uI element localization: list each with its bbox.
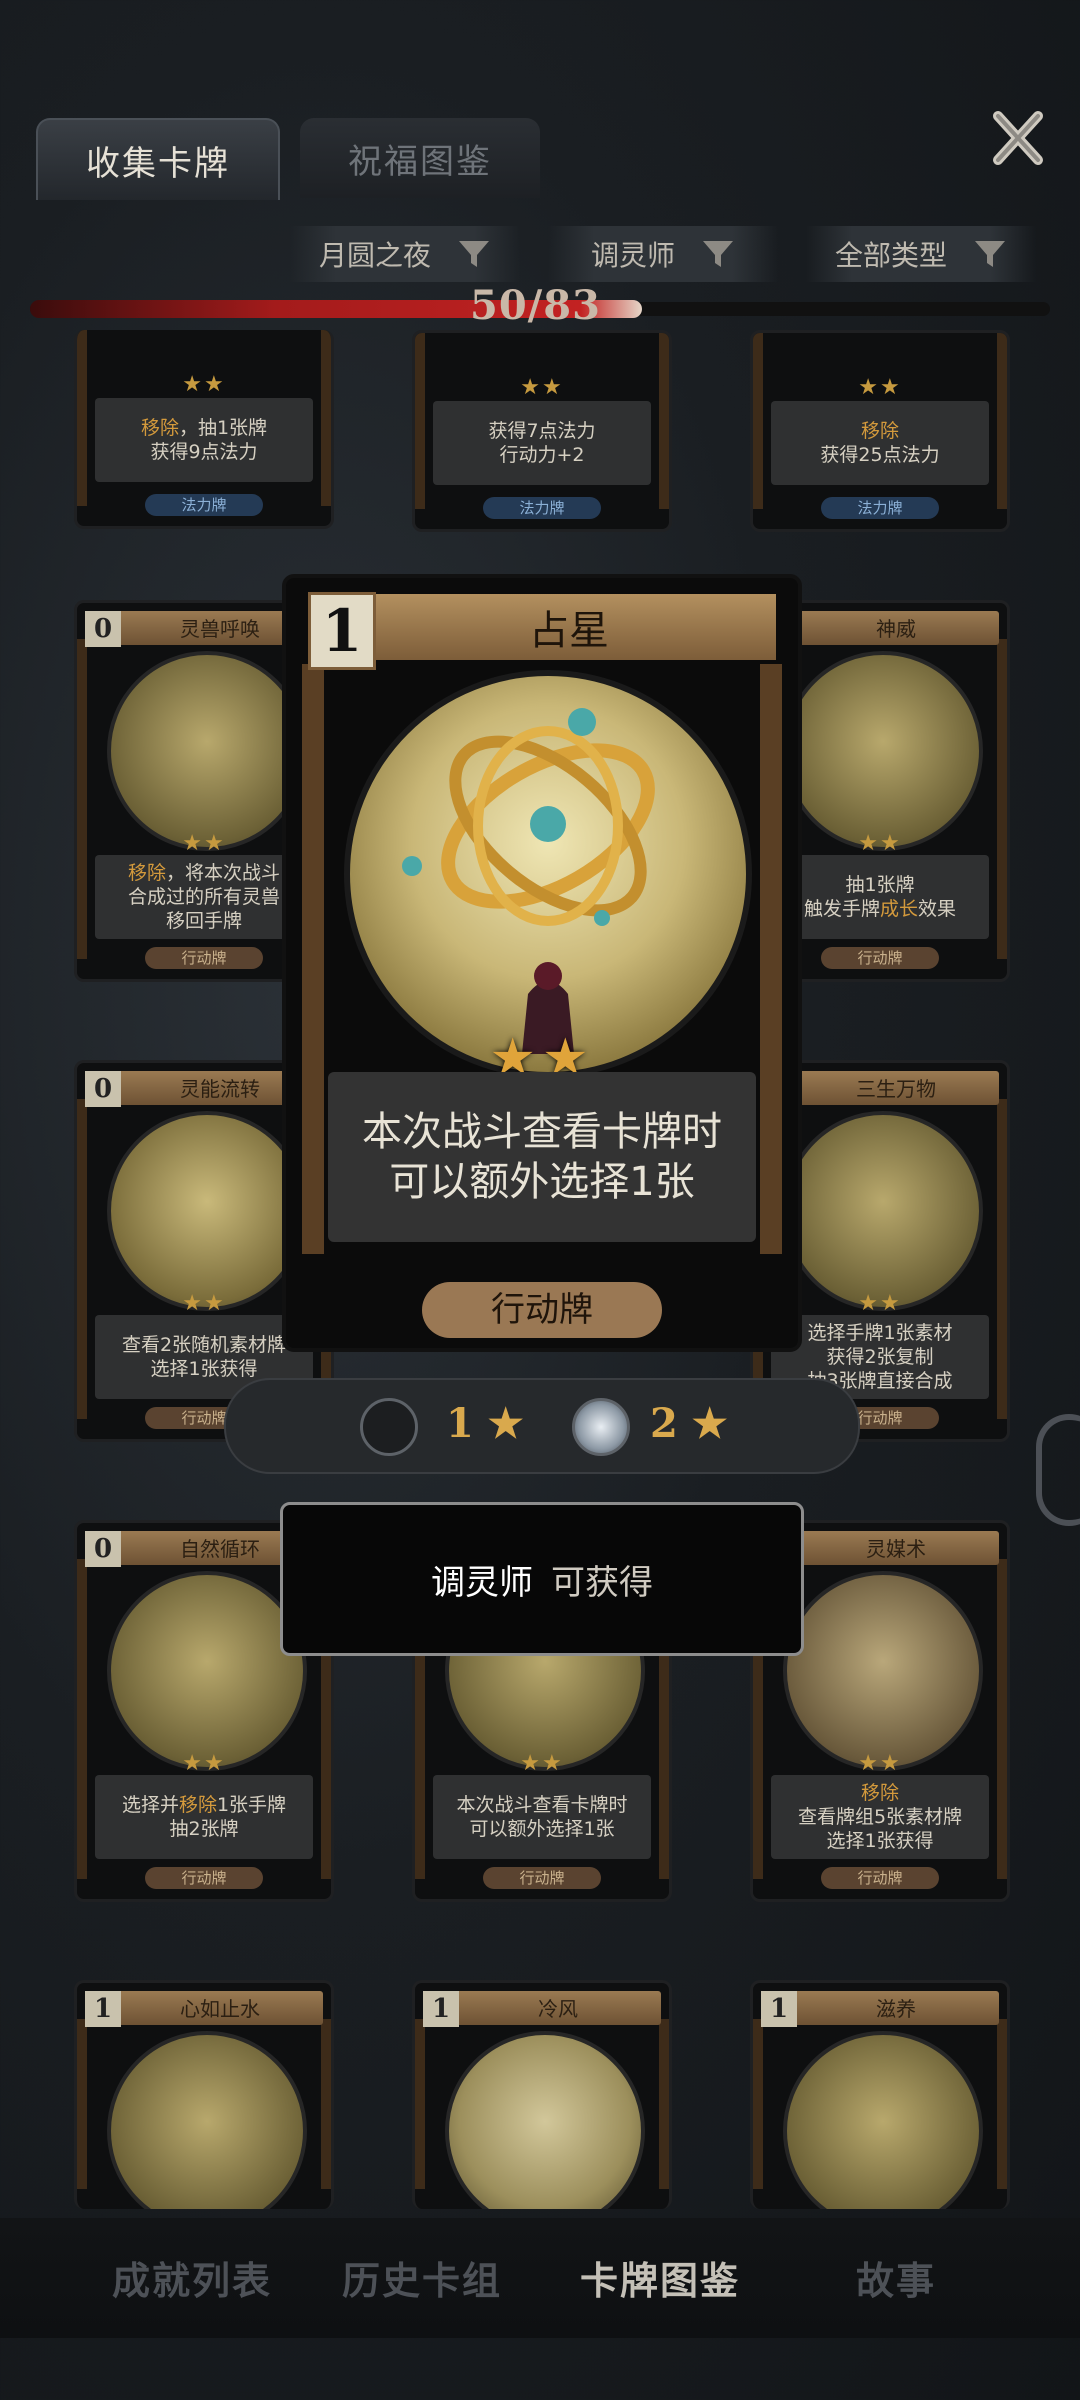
card[interactable]: ★★ 移除 获得25点法力 法力牌 (750, 330, 1010, 532)
featured-card-art (344, 670, 752, 1078)
card-art (783, 1571, 983, 1771)
card-cost: 0 (85, 1071, 121, 1107)
filter-type-label: 全部类型 (834, 239, 947, 272)
featured-card-description: 本次战斗查看卡牌时 可以额外选择1张 (328, 1072, 756, 1242)
card-art (783, 651, 983, 851)
filter-type[interactable]: 全部类型 (806, 226, 1036, 282)
card-name: 三生万物 (856, 1077, 936, 1101)
nav-story[interactable]: 故事 (856, 2250, 936, 2305)
card-name: 滋养 (876, 1997, 916, 2021)
card-type: 法力牌 (821, 497, 939, 519)
star-level-selector: 1 ★ 2 ★ (224, 1378, 860, 1474)
featured-card: 1 占星 ★★ 本次战斗查看卡牌时 可以额外选择1张 行动牌 (282, 574, 802, 1352)
featured-card-type: 行动牌 (422, 1282, 662, 1338)
tab-label: 收集卡牌 (86, 143, 230, 184)
card-type: 行动牌 (821, 1867, 939, 1889)
availability-tooltip: 调灵师 可获得 (280, 1502, 804, 1656)
star-option-2-button[interactable] (572, 1398, 630, 1456)
card[interactable]: ★★ 移除，抽1张牌 获得9点法力 法力牌 (74, 330, 334, 529)
card-type: 行动牌 (483, 1867, 601, 1889)
tooltip-class: 调灵师 (431, 1562, 533, 1603)
progress-text: 50/83 (470, 282, 601, 329)
funnel-icon (975, 241, 1005, 267)
card-art (107, 1571, 307, 1771)
card-cost: 1 (761, 1991, 797, 2027)
tooltip-text: 可获得 (551, 1562, 653, 1603)
filter-class-label: 调灵师 (590, 239, 675, 272)
card-cost: 0 (85, 1531, 121, 1567)
filter-map[interactable]: 月圆之夜 (290, 226, 520, 282)
card-type: 法力牌 (145, 494, 263, 516)
card-cost: 0 (85, 611, 121, 647)
card-cost: 1 (85, 1991, 121, 2027)
tab-blessing-codex[interactable]: 祝福图鉴 (300, 118, 540, 198)
funnel-icon (703, 241, 733, 267)
nav-history-decks[interactable]: 历史卡组 (342, 2250, 502, 2305)
side-drawer-handle[interactable] (1036, 1414, 1080, 1526)
card-name: 心如止水 (180, 1997, 260, 2021)
card-type: 法力牌 (483, 497, 601, 519)
card-art (107, 651, 307, 851)
featured-card-name: 占星 (529, 608, 609, 654)
nav-achievements[interactable]: 成就列表 (112, 2250, 272, 2305)
star-option-1-button[interactable] (360, 1398, 418, 1456)
card-art (107, 1111, 307, 1311)
filter-class[interactable]: 调灵师 (548, 226, 778, 282)
card-type: 行动牌 (821, 947, 939, 969)
card-cost: 1 (423, 1991, 459, 2027)
card-type: 行动牌 (145, 1867, 263, 1889)
tab-label: 祝福图鉴 (348, 141, 492, 182)
card[interactable]: 1 冷风 (412, 1980, 672, 2209)
card-name: 灵媒术 (866, 1537, 926, 1561)
card-art (783, 1111, 983, 1311)
card-name: 冷风 (538, 1997, 578, 2021)
card-name: 神威 (876, 617, 916, 641)
card[interactable]: 1 心如止水 (74, 1980, 334, 2209)
filter-map-label: 月圆之夜 (318, 239, 431, 272)
card[interactable]: 1 滋养 (750, 1980, 1010, 2209)
tab-collect-cards[interactable]: 收集卡牌 (36, 118, 280, 200)
nav-card-codex[interactable]: 卡牌图鉴 (580, 2250, 740, 2305)
card[interactable]: ★★ 获得7点法力 行动力+2 法力牌 (412, 330, 672, 532)
close-icon[interactable] (988, 108, 1048, 168)
card-type: 行动牌 (145, 947, 263, 969)
astrolabe-illustration (402, 708, 655, 1054)
funnel-icon (459, 241, 489, 267)
